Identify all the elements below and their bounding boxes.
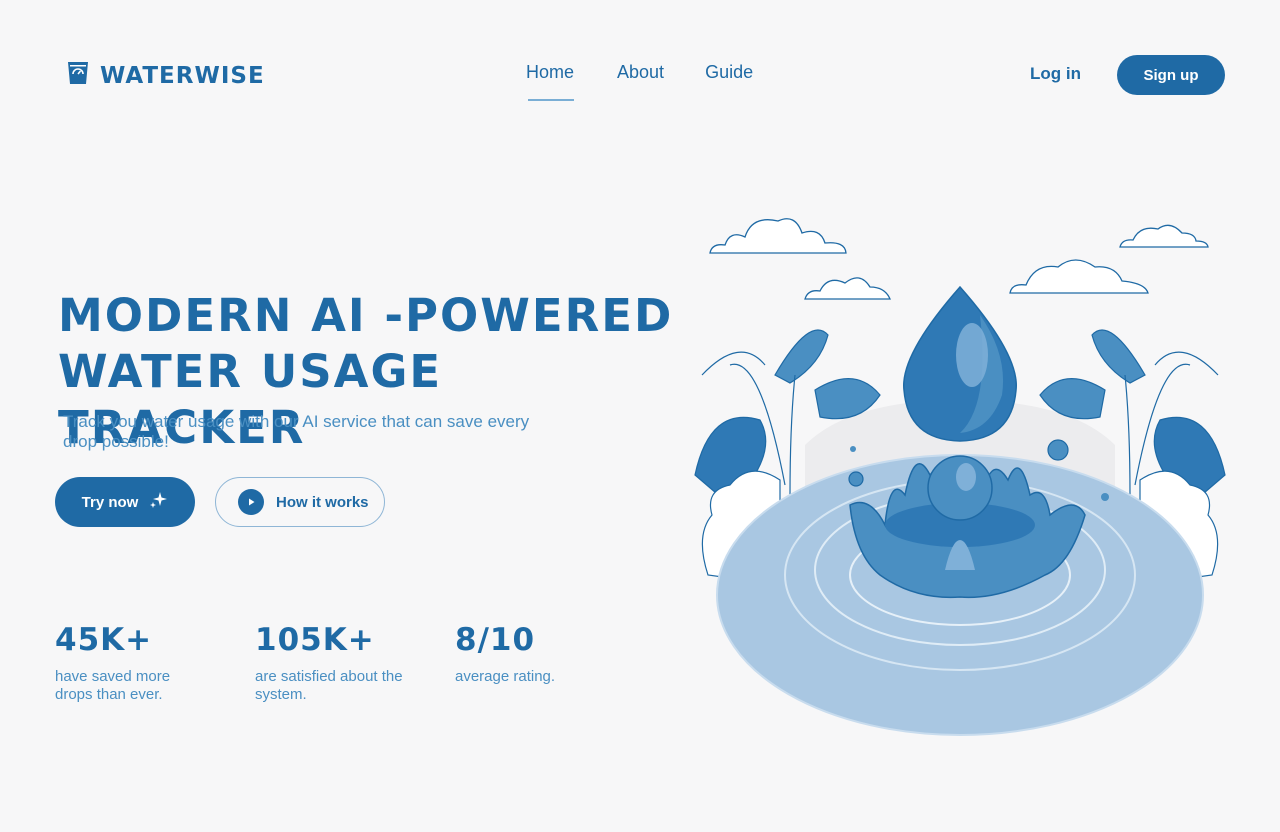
try-now-label: Try now (81, 493, 139, 511)
cloud-icon (1009, 259, 1149, 294)
cloud-icon (709, 218, 847, 254)
try-now-button[interactable]: Try now (55, 477, 195, 527)
stat-item: 105K+ are satisfied about the system. (255, 622, 435, 704)
how-it-works-label: How it works (276, 493, 369, 511)
stat-value: 105K+ (255, 622, 375, 658)
main-nav: Home About Guide (520, 62, 753, 101)
cloud-icon (804, 277, 891, 300)
how-it-works-button[interactable]: How it works (215, 477, 385, 527)
water-glass-icon (66, 60, 90, 91)
brand-logo[interactable]: WATERWISE (66, 60, 265, 91)
stat-value: 8/10 (455, 622, 536, 658)
stat-description: have saved more drops than ever. (55, 668, 171, 703)
stat-description: average rating. (455, 668, 556, 685)
login-link[interactable]: Log in (1030, 64, 1081, 84)
play-icon (238, 489, 264, 515)
hero-title-line1: MODERN AI -POWERED (58, 289, 674, 342)
nav-guide[interactable]: Guide (705, 62, 753, 83)
cloud-icon (1119, 224, 1209, 248)
hero-subtitle: Track you water usage with our AI servic… (63, 412, 530, 451)
signup-button[interactable]: Sign up (1117, 55, 1225, 95)
stat-item: 45K+ have saved more drops than ever. (55, 622, 235, 704)
nav-home[interactable]: Home (526, 62, 575, 101)
sparkles-icon (148, 490, 168, 514)
water-drop-illustration (690, 205, 1230, 745)
nav-about[interactable]: About (617, 62, 664, 83)
stat-value: 45K+ (55, 622, 153, 658)
brand-name: WATERWISE (100, 62, 265, 89)
stat-item: 8/10 average rating. (455, 622, 635, 686)
stat-description: are satisfied about the system. (255, 668, 403, 703)
